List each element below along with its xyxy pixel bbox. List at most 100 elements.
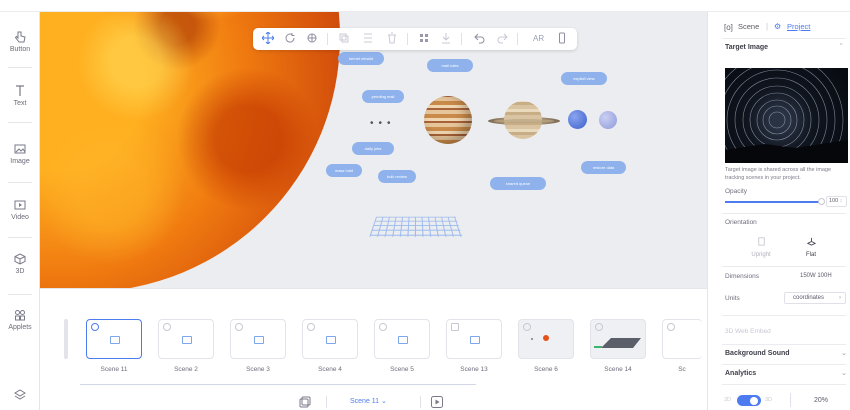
scene-label: Scene 3: [246, 366, 270, 373]
units-value: coordinates: [793, 295, 825, 301]
scene-viewport[interactable]: kernel rebuild mail rules explicit view …: [40, 12, 707, 288]
toggle-right-label: 3D: [765, 397, 773, 403]
phone-icon[interactable]: [555, 32, 569, 46]
scene-placeholder-icon: [182, 336, 192, 344]
toolbar-divider: [420, 396, 421, 408]
play-preview-icon[interactable]: [430, 395, 444, 409]
scene-thumbnail-dots: [531, 338, 533, 340]
chevron-up-icon[interactable]: ˆ: [840, 44, 842, 51]
download-icon[interactable]: [439, 32, 453, 46]
distribute-icon[interactable]: [417, 32, 431, 46]
opacity-label: Opacity: [725, 188, 748, 195]
scene-card[interactable]: [662, 319, 702, 359]
chevron-down-icon[interactable]: ⌄: [841, 349, 847, 357]
tool-3d[interactable]: 3D: [0, 252, 40, 275]
redo-icon[interactable]: [495, 32, 509, 46]
scene-type-icon: [667, 323, 675, 331]
strip-scroll-left[interactable]: [64, 319, 68, 359]
tool-applets[interactable]: Applets: [0, 308, 40, 331]
zoom-level[interactable]: 20%: [814, 397, 828, 404]
tool-button[interactable]: Button: [0, 30, 40, 53]
delete-icon[interactable]: [385, 32, 399, 46]
tool-text[interactable]: Text: [0, 84, 40, 107]
align-icon[interactable]: [361, 32, 375, 46]
units-select[interactable]: coordinates ›: [784, 292, 846, 304]
analytics-heading[interactable]: Analytics: [725, 370, 756, 377]
orientation-flat-option[interactable]: Flat: [794, 234, 828, 258]
undo-icon[interactable]: [473, 32, 487, 46]
opacity-slider-thumb[interactable]: [818, 198, 825, 205]
scene-card[interactable]: [590, 319, 646, 359]
tool-video[interactable]: Video: [0, 198, 40, 221]
transform-toolbar: AR: [253, 28, 577, 50]
neptune-model[interactable]: [568, 110, 587, 129]
divider: [722, 213, 846, 214]
scene-chip[interactable]: pending mail: [362, 90, 404, 103]
scene-chip[interactable]: bulk review: [378, 170, 416, 183]
chevron-down-icon[interactable]: ⌄: [841, 369, 847, 377]
scenes-strip: Scene 11 Scene 2 Scene 3 Scene 4 Scene 5…: [40, 288, 707, 410]
saturn-model[interactable]: [488, 101, 560, 139]
target-image-preview[interactable]: [725, 68, 848, 163]
scene-placeholder-icon: [254, 336, 264, 344]
scene-card[interactable]: [230, 319, 286, 359]
tab-project[interactable]: Project: [787, 22, 810, 31]
view-mode-toggle[interactable]: [737, 395, 761, 406]
tool-button-label: Button: [9, 46, 31, 53]
chevron-down-icon: ⌄: [381, 398, 387, 405]
scene-chip[interactable]: kernel rebuild: [338, 52, 384, 65]
scene-card[interactable]: [518, 319, 574, 359]
scene-type-icon: [595, 323, 603, 331]
scene-type-icon: [163, 323, 171, 331]
jupiter-model[interactable]: [424, 96, 472, 144]
duplicate-icon[interactable]: [337, 32, 351, 46]
text-icon: [0, 84, 40, 98]
opacity-value: 100: [829, 198, 839, 204]
dimensions-value: 150W 100H: [800, 273, 832, 279]
target-caption: Target image is shared across all the im…: [725, 167, 832, 181]
orientation-upright-option[interactable]: Upright: [744, 234, 778, 258]
opacity-slider[interactable]: [725, 201, 821, 203]
current-scene-label: Scene 11: [350, 398, 380, 405]
scene-card[interactable]: [158, 319, 214, 359]
move-icon[interactable]: [261, 31, 275, 46]
scene-thumbnail: [601, 338, 641, 348]
add-scene-icon[interactable]: [298, 395, 312, 409]
scene-chip[interactable]: restore data: [581, 161, 626, 174]
scene-chip[interactable]: explicit view: [561, 72, 607, 85]
scene-card[interactable]: [86, 319, 142, 359]
opacity-value-field[interactable]: 100 ↕: [826, 196, 847, 207]
flat-icon: [806, 237, 816, 246]
scale-icon[interactable]: [305, 32, 319, 46]
sun-3d-model[interactable]: [40, 12, 340, 288]
scene-card[interactable]: [446, 319, 502, 359]
toolbar-divider: [8, 294, 32, 295]
ar-toggle[interactable]: AR: [533, 34, 544, 43]
tool-image-label: Image: [10, 158, 30, 165]
tool-text-label: Text: [13, 100, 27, 107]
left-toolbar: Button Text Image Video 3D Applets: [0, 12, 40, 410]
strip-scrollbar[interactable]: [80, 384, 476, 385]
toolbar-divider: [407, 33, 408, 45]
rotate-icon[interactable]: [283, 32, 297, 46]
scene-chip[interactable]: mass hold: [326, 164, 362, 177]
current-scene-dropdown[interactable]: Scene 11 ⌄: [350, 397, 387, 405]
dimensions-label: Dimensions: [725, 273, 759, 280]
background-sound-heading[interactable]: Background Sound: [725, 350, 790, 357]
scene-type-icon: [451, 323, 459, 331]
dots-marker: •••: [370, 118, 396, 129]
scene-label: Scene 2: [174, 366, 198, 373]
toolbar-divider: [327, 33, 328, 45]
tool-image[interactable]: Image: [0, 142, 40, 165]
tab-scene[interactable]: Scene: [738, 22, 759, 31]
scene-chip[interactable]: shared queue: [490, 177, 546, 190]
scene-chip[interactable]: daily jobs: [352, 142, 394, 155]
scene-chip[interactable]: mail rules: [427, 59, 473, 72]
toolbar-divider: [8, 237, 32, 238]
layers-button[interactable]: [0, 388, 40, 404]
uranus-model[interactable]: [599, 111, 617, 129]
scene-card[interactable]: [374, 319, 430, 359]
properties-panel: [o] Scene | ⚙ Project Target Image ˆ Tar…: [707, 12, 850, 410]
scene-placeholder-icon: [326, 336, 336, 344]
scene-card[interactable]: [302, 319, 358, 359]
